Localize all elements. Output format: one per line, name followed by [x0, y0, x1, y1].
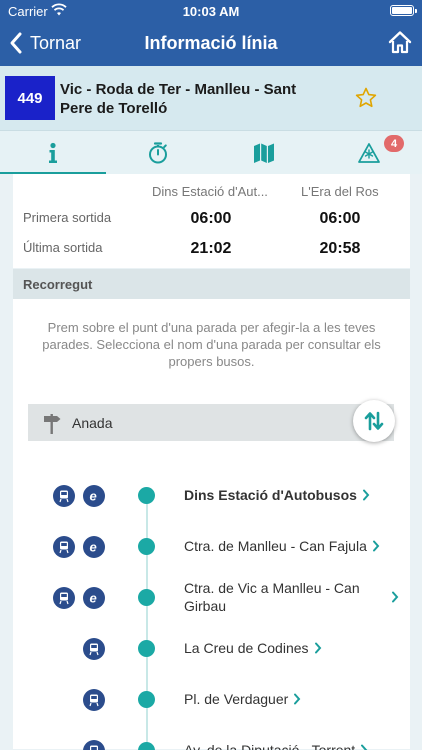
- first-departure-label: Primera sortida: [23, 210, 112, 225]
- page-title: Informació línia: [144, 33, 278, 53]
- star-icon[interactable]: [354, 86, 378, 110]
- line-info-content: Dins Estació d'Aut... L'Era del Ros Prim…: [0, 174, 422, 750]
- signpost-icon: [44, 413, 61, 434]
- stop-dot[interactable]: [138, 589, 155, 606]
- stop-dot[interactable]: [138, 640, 155, 657]
- tab-map[interactable]: [211, 131, 317, 175]
- stop-row: La Creu de Codines: [13, 626, 410, 672]
- line-header: 449 Vic - Roda de Ter - Manlleu - Sant P…: [0, 66, 422, 130]
- last-departure-destination: 20:58: [319, 240, 361, 257]
- e-icon: e: [83, 485, 105, 507]
- tab-info[interactable]: [0, 131, 106, 175]
- navigation-bar: Carrier 10:03 AM Tornar Informació línia: [0, 0, 422, 66]
- chevron-right-icon: [362, 489, 370, 501]
- bus-stop-icon: [83, 740, 105, 750]
- stop-name[interactable]: La Creu de Codines: [184, 639, 322, 657]
- stop-dot[interactable]: [138, 691, 155, 708]
- stop-row: e Ctra. de Vic a Manlleu - Can Girbau: [13, 575, 410, 621]
- stop-row: e Dins Estació d'Autobusos: [13, 473, 410, 519]
- first-departure-origin: 06:00: [190, 210, 232, 227]
- route-instructions: Prem sobre el punt d'una parada per afeg…: [42, 320, 381, 369]
- bus-stop-icon: [53, 587, 75, 609]
- stop-row: e Ctra. de Manlleu - Can Fajula: [13, 524, 410, 570]
- last-departure-label: Última sortida: [23, 240, 103, 255]
- stop-name[interactable]: Ctra. de Manlleu - Can Fajula: [184, 537, 380, 555]
- chevron-right-icon: [372, 540, 380, 552]
- route-section-title: Recorregut: [13, 269, 410, 299]
- destination-header: L'Era del Ros: [301, 184, 379, 199]
- chevron-right-icon: [361, 744, 368, 750]
- chevron-right-icon: [314, 642, 321, 654]
- e-icon: e: [83, 536, 105, 558]
- stop-dot[interactable]: [138, 742, 155, 750]
- stop-dot[interactable]: [138, 538, 155, 555]
- bus-stop-icon: [83, 638, 105, 660]
- stop-row: Pl. de Verdaguer: [13, 677, 410, 723]
- stop-dot[interactable]: [138, 487, 155, 504]
- clock: 10:03 AM: [182, 4, 240, 19]
- stop-name[interactable]: Dins Estació d'Autobusos: [184, 486, 370, 504]
- tab-alerts[interactable]: [317, 131, 422, 175]
- alerts-count-badge: 4: [384, 135, 404, 152]
- swap-arrows-icon: [364, 411, 384, 431]
- battery-icon: [390, 5, 417, 16]
- svg-text:e: e: [90, 540, 97, 554]
- first-departure-destination: 06:00: [319, 210, 361, 227]
- tab-timetable[interactable]: [106, 131, 212, 175]
- schedule-card: Dins Estació d'Aut... L'Era del Ros Prim…: [13, 174, 410, 268]
- stop-name[interactable]: Ctra. de Vic a Manlleu - Can Girbau: [184, 579, 374, 615]
- last-departure-origin: 21:02: [190, 240, 232, 257]
- home-icon[interactable]: [388, 30, 412, 54]
- line-number-badge: 449: [5, 76, 55, 120]
- route-panel: Prem sobre el punt d'una parada per afeg…: [13, 299, 410, 750]
- swap-direction-button[interactable]: [353, 400, 395, 442]
- svg-text:e: e: [90, 591, 97, 605]
- e-icon: e: [83, 587, 105, 609]
- bus-stop-icon: [83, 689, 105, 711]
- stopwatch-icon: [149, 142, 168, 164]
- origin-header: Dins Estació d'Aut...: [152, 184, 268, 199]
- bus-stop-icon: [53, 485, 75, 507]
- direction-selector: Anada: [28, 404, 394, 441]
- bus-stop-icon: [53, 536, 75, 558]
- chevron-right-icon: [294, 693, 301, 705]
- svg-text:e: e: [90, 489, 97, 503]
- stop-name[interactable]: Av. de la Diputació - Torrent: [184, 741, 368, 750]
- chevron-right-icon: [392, 591, 399, 603]
- info-icon: [48, 142, 57, 163]
- direction-label: Anada: [72, 414, 113, 431]
- stop-name[interactable]: Pl. de Verdaguer: [184, 690, 301, 708]
- status-bar: Carrier 10:03 AM: [0, 0, 422, 22]
- stop-row: Av. de la Diputació - Torrent: [13, 728, 410, 750]
- tab-bar: 4: [0, 130, 422, 175]
- alert-icon: [358, 143, 381, 163]
- line-name: Vic - Roda de Ter - Manlleu - Sant Pere …: [60, 81, 297, 117]
- map-icon: [253, 143, 274, 163]
